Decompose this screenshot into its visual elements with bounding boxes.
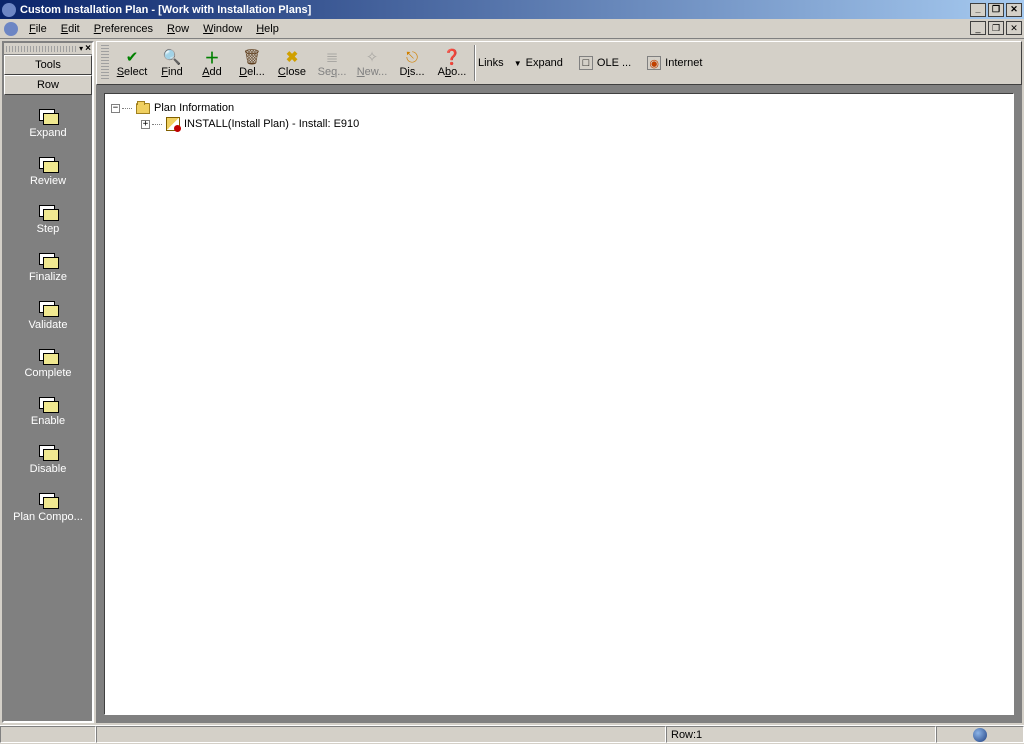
seq-icon: ≣: [312, 48, 352, 66]
sidebar-action-disable[interactable]: Disable: [4, 439, 92, 485]
menu-file[interactable]: File: [22, 21, 54, 37]
toolbar-internet[interactable]: ◉ Internet: [641, 56, 708, 70]
content-frame: − Plan Information + INSTALL(Install Pla…: [96, 85, 1022, 723]
toolbar: ✔Select 🔍Find ＋Add 🗑Del... ✖Close ≣Seq..…: [96, 41, 1022, 85]
sidebar-collapse-icon: ▾: [79, 44, 83, 53]
toolbar-add[interactable]: ＋Add: [192, 46, 232, 80]
plus-icon: ＋: [192, 48, 232, 66]
stack-icon: [37, 107, 59, 123]
toolbar-grip[interactable]: [101, 45, 109, 81]
sidebar-body: Expand Review Step Finalize Validate Com…: [4, 95, 92, 721]
toolbar-dis[interactable]: ⎋Dis...: [392, 46, 432, 80]
sidebar-action-expand[interactable]: Expand: [4, 103, 92, 149]
tree-collapse-toggle[interactable]: −: [111, 104, 120, 113]
tree-view[interactable]: − Plan Information + INSTALL(Install Pla…: [104, 93, 1014, 715]
stack-icon: [37, 347, 59, 363]
mdi-window-controls: _ ❐ ✕: [970, 21, 1022, 35]
toolbar-seq: ≣Seq...: [312, 46, 352, 80]
status-cell-main: [96, 726, 666, 743]
minimize-button[interactable]: _: [970, 3, 986, 17]
toolbar-expand-dropdown[interactable]: ▼ Expand: [508, 57, 569, 69]
statusbar: Row:1: [0, 725, 1024, 744]
toolbar-select[interactable]: ✔Select: [112, 46, 152, 80]
chevron-down-icon: ▼: [514, 59, 522, 68]
close-button[interactable]: ✕: [1006, 3, 1022, 17]
menubar-app-icon: [4, 22, 18, 36]
stack-icon: [37, 203, 59, 219]
sidebar-action-enable[interactable]: Enable: [4, 391, 92, 437]
sidebar-action-complete[interactable]: Complete: [4, 343, 92, 389]
sidebar-tab-row[interactable]: Row: [4, 75, 92, 95]
menu-preferences[interactable]: Preferences: [87, 21, 160, 37]
maximize-button[interactable]: ❐: [988, 3, 1004, 17]
tree-root-label: Plan Information: [154, 102, 234, 114]
displace-icon: ⎋: [392, 48, 432, 66]
mdi-minimize-button[interactable]: _: [970, 21, 986, 35]
app-icon: [2, 3, 16, 17]
window-controls: _ ❐ ✕: [970, 3, 1024, 17]
sidebar-action-plan-compo[interactable]: Plan Compo...: [4, 487, 92, 533]
trash-icon: 🗑: [232, 48, 272, 66]
sidebar-action-review[interactable]: Review: [4, 151, 92, 197]
stack-icon: [37, 443, 59, 459]
status-row: Row:1: [666, 726, 936, 743]
status-globe: [936, 726, 1024, 743]
check-icon: ✔: [112, 48, 152, 66]
status-cell-1: [0, 726, 96, 743]
titlebar: Custom Installation Plan - [Work with In…: [0, 0, 1024, 19]
sidebar-action-step[interactable]: Step: [4, 199, 92, 245]
stack-icon: [37, 395, 59, 411]
find-icon: 🔍: [152, 48, 192, 66]
workarea: ✔Select 🔍Find ＋Add 🗑Del... ✖Close ≣Seq..…: [96, 41, 1022, 723]
sidebar-close-icon[interactable]: ×: [85, 43, 91, 54]
menu-help[interactable]: Help: [249, 21, 286, 37]
sidebar-action-validate[interactable]: Validate: [4, 295, 92, 341]
sidebar-action-finalize[interactable]: Finalize: [4, 247, 92, 293]
window-title: Custom Installation Plan - [Work with In…: [20, 4, 970, 16]
menu-window[interactable]: Window: [196, 21, 249, 37]
menu-edit[interactable]: Edit: [54, 21, 87, 37]
stack-icon: [37, 155, 59, 171]
toolbar-separator: [474, 45, 476, 81]
toolbar-new: ✧New...: [352, 46, 392, 80]
stack-icon: [37, 491, 59, 507]
sidebar: ▾ × Tools Row Expand Review Step Finaliz…: [2, 41, 94, 723]
folder-open-icon: [136, 103, 150, 114]
mdi-maximize-button[interactable]: ❐: [988, 21, 1004, 35]
stack-icon: [37, 251, 59, 267]
mdi-close-button[interactable]: ✕: [1006, 21, 1022, 35]
tree-root-row[interactable]: − Plan Information: [111, 100, 1007, 116]
sidebar-grip[interactable]: ▾ ×: [4, 43, 92, 55]
new-icon: ✧: [352, 48, 392, 66]
toolbar-links-label: Links: [478, 57, 504, 69]
plan-item-icon: [166, 117, 180, 131]
globe-icon: [973, 728, 987, 742]
toolbar-abo[interactable]: ❓Abo...: [432, 46, 472, 80]
x-icon: ✖: [272, 48, 312, 66]
tree-child-label: INSTALL(Install Plan) - Install: E910: [184, 118, 359, 130]
toolbar-delete[interactable]: 🗑Del...: [232, 46, 272, 80]
sidebar-tab-tools[interactable]: Tools: [4, 55, 92, 75]
toolbar-ole[interactable]: □ OLE ...: [573, 56, 637, 70]
tree-child-row[interactable]: + INSTALL(Install Plan) - Install: E910: [111, 116, 1007, 132]
menu-row[interactable]: Row: [160, 21, 196, 37]
toolbar-close[interactable]: ✖Close: [272, 46, 312, 80]
ole-icon: □: [579, 56, 593, 70]
tree-expand-toggle[interactable]: +: [141, 120, 150, 129]
about-icon: ❓: [432, 48, 472, 66]
internet-icon: ◉: [647, 56, 661, 70]
menubar: File Edit Preferences Row Window Help _ …: [0, 19, 1024, 39]
stack-icon: [37, 299, 59, 315]
toolbar-find[interactable]: 🔍Find: [152, 46, 192, 80]
